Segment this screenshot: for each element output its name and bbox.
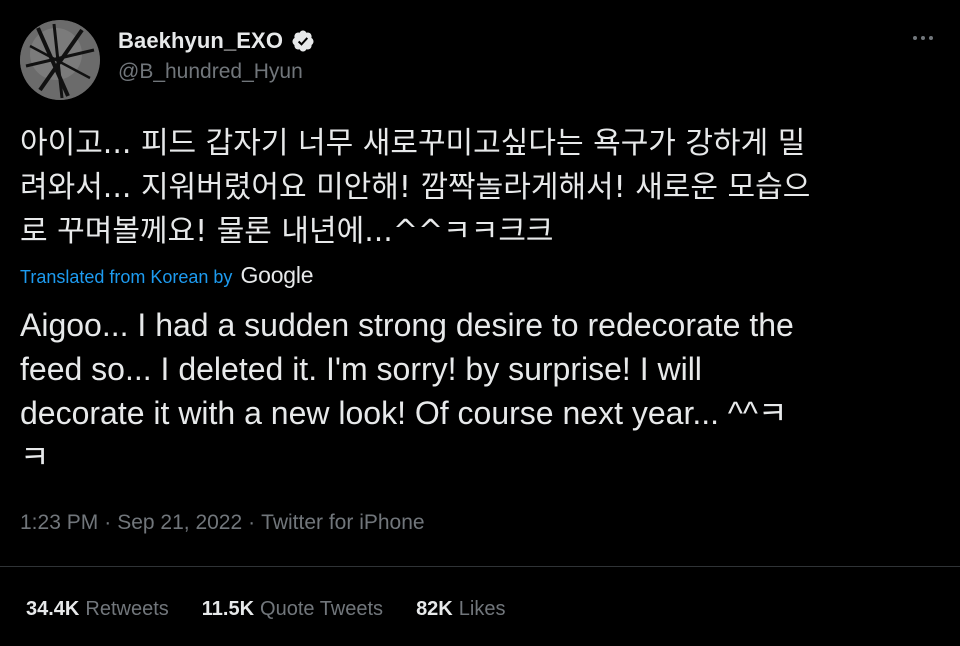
display-name[interactable]: Baekhyun_EXO bbox=[118, 28, 283, 54]
meta-separator: · bbox=[104, 511, 112, 534]
likes-stat[interactable]: 82K Likes bbox=[416, 598, 505, 621]
retweets-stat[interactable]: 34.4K Retweets bbox=[26, 598, 169, 621]
tweet-original-text: 아이고... 피드 갑자기 너무 새로꾸미고싶다는 욕구가 강하게 밀 려와서.… bbox=[20, 126, 811, 249]
more-dot-icon bbox=[921, 36, 925, 40]
more-options-button[interactable] bbox=[908, 28, 938, 48]
retweets-count: 34.4K bbox=[26, 598, 80, 620]
tweet-stats: 34.4K Retweets 11.5K Quote Tweets 82K Li… bbox=[26, 598, 505, 621]
tweet-date[interactable]: Sep 21, 2022 bbox=[117, 511, 242, 535]
avatar[interactable] bbox=[20, 20, 100, 100]
quote-tweets-count: 11.5K bbox=[201, 598, 255, 620]
google-logo: Google bbox=[240, 262, 314, 288]
tweet-time[interactable]: 1:23 PM bbox=[20, 511, 98, 535]
translated-from-link[interactable]: Translated from Korean by bbox=[20, 267, 232, 288]
more-dot-icon bbox=[929, 36, 933, 40]
tweet-metadata: 1:23 PM · Sep 21, 2022 · Twitter for iPh… bbox=[20, 511, 425, 535]
likes-count: 82K bbox=[416, 598, 453, 620]
author-handle[interactable]: @B_hundred_Hyun bbox=[118, 60, 303, 84]
tweet-translated-text: Aigoo... I had a sudden strong desire to… bbox=[20, 307, 794, 475]
tweet-source[interactable]: Twitter for iPhone bbox=[261, 511, 424, 535]
translation-attribution: Translated from Korean by Google bbox=[20, 262, 314, 289]
avatar-image-icon bbox=[20, 20, 100, 100]
author-name-row: Baekhyun_EXO bbox=[118, 26, 315, 56]
meta-separator: · bbox=[248, 511, 256, 534]
tweet-container: Baekhyun_EXO @B_hundred_Hyun 아이고... 피드 갑… bbox=[0, 0, 960, 646]
verified-badge-icon bbox=[291, 29, 315, 53]
quote-tweets-stat[interactable]: 11.5K Quote Tweets bbox=[202, 598, 383, 621]
retweets-label: Retweets bbox=[85, 598, 169, 620]
divider bbox=[0, 566, 960, 567]
more-dot-icon bbox=[913, 36, 917, 40]
likes-label: Likes bbox=[458, 598, 506, 620]
quote-tweets-label: Quote Tweets bbox=[260, 598, 384, 620]
